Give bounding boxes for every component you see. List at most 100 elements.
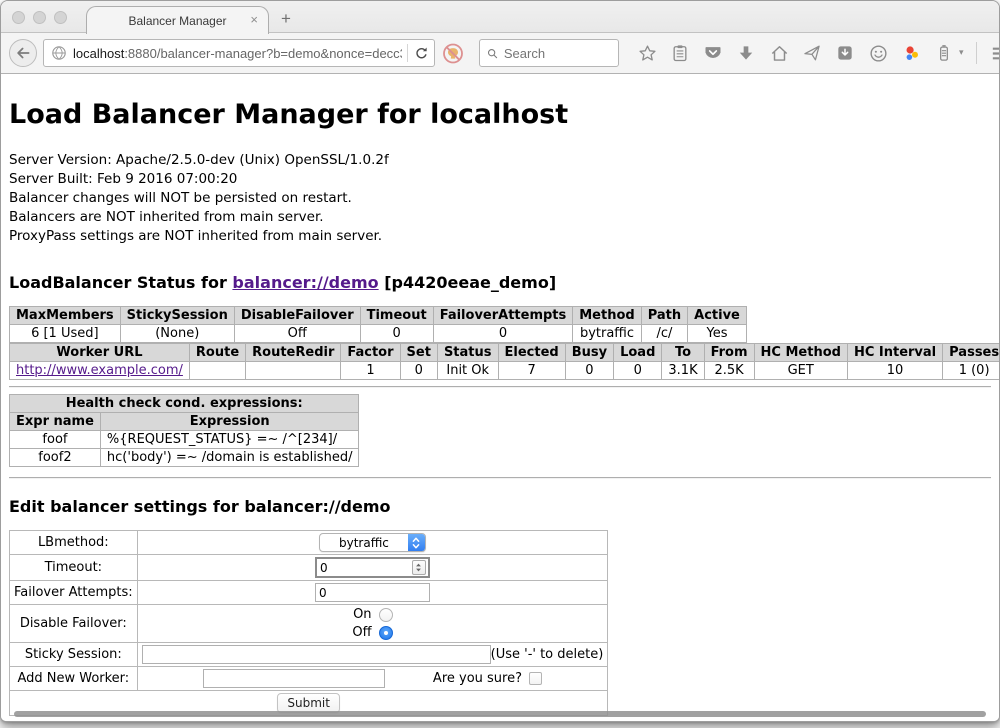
header-cell: RouteRedir [246, 344, 341, 362]
header-cell: HC Method [754, 344, 847, 362]
reload-icon[interactable] [413, 45, 430, 62]
cell-maxmembers: 6 [1 Used] [10, 325, 121, 343]
cell-stickysession: (None) [120, 325, 234, 343]
add-new-worker-input[interactable] [203, 669, 385, 688]
close-window-button[interactable] [12, 11, 25, 24]
header-cell: Status [437, 344, 498, 362]
header-cell: Passes [943, 344, 999, 362]
server-notes: Balancer changes will NOT be persisted o… [9, 189, 991, 246]
failover-attempts-input[interactable] [315, 583, 430, 602]
cell-path: /c/ [641, 325, 687, 343]
header-cell: FailoverAttempts [433, 307, 573, 325]
lbmethod-select[interactable]: bytraffic [319, 533, 426, 552]
browser-window: Balancer Manager × + localhost:8880/bala… [0, 0, 1000, 722]
cell-failoverattempts: 0 [433, 325, 573, 343]
header-cell: Load [614, 344, 662, 362]
cell-busy: 0 [565, 362, 613, 380]
menu-hamburger-icon[interactable] [989, 41, 1000, 65]
submit-button[interactable]: Submit [277, 693, 340, 713]
page-title: Load Balancer Manager for localhost [9, 99, 991, 130]
send-plane-icon[interactable] [800, 41, 824, 65]
edit-settings-heading: Edit balancer settings for balancer://de… [9, 497, 991, 516]
header-cell: Set [400, 344, 437, 362]
cell-expr-name: foof [10, 431, 101, 449]
worker-url-link[interactable]: http://www.example.com/ [16, 363, 183, 378]
search-input[interactable] [504, 46, 612, 61]
balancer-demo-link[interactable]: balancer://demo [232, 273, 378, 292]
form-row-add-worker: Add New Worker: Are you sure? [10, 667, 608, 691]
table-row: 6 [1 Used] (None) Off 0 0 bytraffic /c/ … [10, 325, 747, 343]
section-divider [9, 477, 991, 479]
are-you-sure-checkbox[interactable] [529, 672, 542, 685]
number-stepper-icon[interactable] [412, 560, 426, 575]
timeout-field-wrap [315, 557, 430, 578]
form-row-lbmethod: LBmethod: bytraffic [10, 531, 608, 555]
header-cell: Path [641, 307, 687, 325]
url-bar[interactable]: localhost:8880/balancer-manager?b=demo&n… [43, 39, 435, 67]
timeout-label: Timeout: [10, 555, 138, 581]
sticky-session-input[interactable] [142, 645, 491, 664]
cell-hc-method: GET [754, 362, 847, 380]
downloads-icon[interactable] [734, 41, 758, 65]
sticky-session-label: Sticky Session: [10, 643, 138, 667]
cell-hc-interval: 10 [847, 362, 942, 380]
section-divider [9, 386, 991, 388]
extension-colored-dots-icon[interactable] [899, 41, 923, 65]
zoom-window-button[interactable] [54, 11, 67, 24]
urlbar-divider [407, 44, 408, 62]
url-text[interactable]: localhost:8880/balancer-manager?b=demo&n… [73, 46, 402, 61]
balancer-status-table: MaxMembers StickySession DisableFailover… [9, 306, 747, 343]
lbmethod-label: LBmethod: [10, 531, 138, 555]
header-cell: MaxMembers [10, 307, 121, 325]
header-cell: Method [573, 307, 641, 325]
header-cell: To [662, 344, 704, 362]
edit-settings-form: LBmethod: bytraffic Timeout: [9, 530, 608, 716]
header-cell: DisableFailover [234, 307, 360, 325]
battery-extension-icon[interactable] [932, 41, 956, 65]
header-cell: StickySession [120, 307, 234, 325]
are-you-sure-label: Are you sure? [433, 671, 522, 686]
screen: Balancer Manager × + localhost:8880/bala… [0, 0, 1000, 728]
toolbar-divider [976, 42, 977, 64]
radio-off-selected[interactable] [379, 626, 393, 640]
new-tab-button[interactable]: + [281, 9, 291, 29]
table-row: foof2 hc('body') =~ /domain is establish… [10, 449, 359, 467]
cell-expression: hc('body') =~ /domain is established/ [100, 449, 359, 467]
save-to-device-icon[interactable] [833, 41, 857, 65]
tab-balancer-manager[interactable]: Balancer Manager × [86, 6, 269, 34]
form-row-disable-failover: Disable Failover: On Off [10, 605, 608, 643]
health-check-table: Health check cond. expressions: Expr nam… [9, 394, 359, 467]
search-bar[interactable] [479, 39, 619, 67]
timeout-input[interactable] [317, 561, 412, 575]
minimize-window-button[interactable] [33, 11, 46, 24]
search-icon [486, 46, 499, 61]
horizontal-scrollbar-thumb[interactable] [14, 711, 986, 717]
feedback-smiley-icon[interactable] [866, 41, 890, 65]
bookmarks-clipboard-icon[interactable] [668, 41, 692, 65]
pocket-icon[interactable] [701, 41, 725, 65]
header-cell: Busy [565, 344, 613, 362]
back-button[interactable] [9, 39, 37, 67]
header-cell: Timeout [360, 307, 433, 325]
table-header-row: MaxMembers StickySession DisableFailover… [10, 307, 747, 325]
cell-load: 0 [614, 362, 662, 380]
tab-close-icon[interactable]: × [250, 13, 258, 26]
cell-passes: 1 (0) [943, 362, 999, 380]
url-domain: localhost [73, 46, 124, 61]
bookmark-star-icon[interactable] [635, 41, 659, 65]
chevron-down-icon[interactable]: ▾ [959, 48, 964, 58]
lbmethod-selected-value: bytraffic [320, 536, 408, 550]
radio-on[interactable] [379, 608, 393, 622]
tab-title: Balancer Manager [128, 14, 226, 28]
content-block-icon[interactable] [441, 41, 465, 65]
cell-from: 2.5K [704, 362, 754, 380]
cell-expression: %{REQUEST_STATUS} =~ /^[234]/ [100, 431, 359, 449]
sticky-delete-hint: (Use '-' to delete) [491, 647, 604, 662]
note-inherit: Balancers are NOT inherited from main se… [9, 208, 991, 227]
select-stepper-icon [408, 533, 425, 552]
worker-row: http://www.example.com/ 1 0 Init Ok 7 0 … [10, 362, 1000, 380]
cell-factor: 1 [341, 362, 400, 380]
header-cell: Worker URL [10, 344, 190, 362]
home-icon[interactable] [767, 41, 791, 65]
worker-status-table: Worker URL Route RouteRedir Factor Set S… [9, 343, 999, 380]
